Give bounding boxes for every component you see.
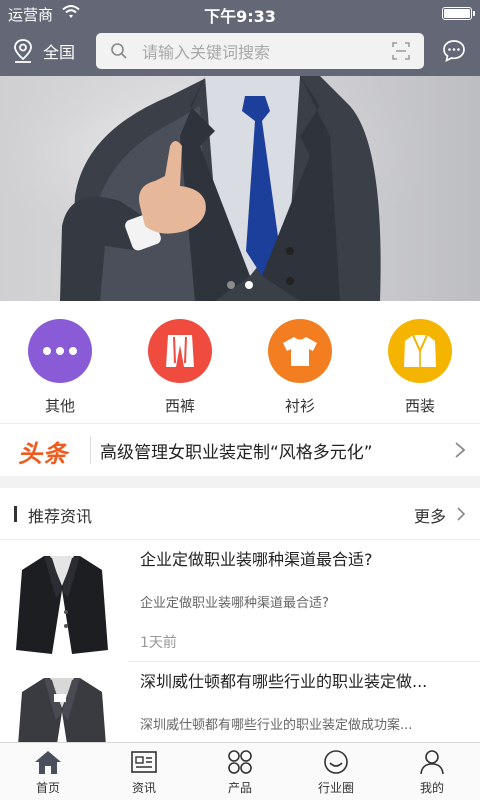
headline-tag: 头条 — [18, 440, 68, 468]
news-icon — [131, 751, 157, 773]
search-input[interactable]: 请输入关键词搜索 — [96, 33, 424, 69]
location-selector[interactable]: 全国 — [12, 37, 75, 65]
news-item[interactable]: 企业定做职业装哪种渠道最合适? 企业定做职业装哪种渠道最合适? 1天前 — [0, 540, 480, 662]
search-placeholder: 请输入关键词搜索 — [142, 43, 271, 62]
section-marker — [14, 506, 17, 522]
section-gap — [0, 476, 480, 488]
more-link[interactable]: 更多 — [414, 503, 446, 527]
products-icon — [228, 750, 252, 774]
search-icon — [111, 43, 127, 59]
status-time: 下午9:33 — [204, 7, 276, 26]
recommended-header: 推荐资讯 更多 — [0, 488, 480, 540]
trousers-icon — [148, 319, 212, 383]
category-other[interactable]: 其他 — [15, 319, 105, 416]
carousel-dot-active[interactable] — [245, 281, 253, 289]
more-dots-icon — [28, 319, 92, 383]
battery-icon — [442, 7, 475, 20]
category-trousers[interactable]: 西裤 — [135, 319, 225, 416]
category-shirt[interactable]: 衬衫 — [255, 319, 345, 416]
location-pin-icon — [14, 39, 32, 63]
shirt-icon — [268, 319, 332, 383]
user-icon — [420, 750, 444, 775]
tab-mine[interactable]: 我的 — [384, 749, 480, 796]
tab-label: 首页 — [35, 781, 60, 795]
tab-label: 我的 — [419, 781, 444, 795]
tab-label: 产品 — [227, 781, 252, 795]
category-label: 西裤 — [164, 397, 195, 415]
chevron-right-icon[interactable] — [454, 441, 466, 459]
smiley-icon — [324, 750, 348, 774]
tab-home[interactable]: 首页 — [0, 749, 96, 796]
bottom-tab-bar: 首页 资讯 产品 行业圈 我的 — [0, 742, 480, 800]
category-label: 西装 — [404, 397, 435, 415]
suit-icon — [388, 319, 452, 383]
news-description: 深圳威仕顿都有哪些行业的职业装定做成功案... — [140, 718, 413, 733]
section-title: 推荐资讯 — [28, 507, 93, 526]
category-suit[interactable]: 西装 — [375, 319, 465, 416]
banner-carousel[interactable] — [0, 76, 480, 301]
banner-image — [0, 76, 480, 301]
carousel-indicator — [0, 281, 480, 289]
category-label: 其他 — [44, 397, 75, 415]
scan-icon[interactable] — [392, 42, 410, 60]
location-label: 全国 — [43, 43, 76, 62]
category-label: 衬衫 — [284, 397, 315, 415]
carousel-dot[interactable] — [227, 281, 235, 289]
home-icon — [35, 751, 61, 774]
top-bar: 全国 请输入关键词搜索 — [0, 26, 480, 76]
news-title[interactable]: 深圳威仕顿都有哪些行业的职业装定做... — [140, 668, 466, 692]
tab-products[interactable]: 产品 — [192, 749, 288, 796]
news-item[interactable]: 深圳威仕顿都有哪些行业的职业装定做... 深圳威仕顿都有哪些行业的职业装定做成功… — [0, 662, 480, 742]
jacket-thumbnail — [18, 678, 106, 742]
chevron-right-icon[interactable] — [456, 506, 466, 522]
headline-text[interactable]: 高级管理女职业装定制“风格多元化” — [100, 438, 373, 463]
jacket-thumbnail — [16, 556, 108, 654]
tab-label: 行业圈 — [317, 781, 354, 795]
tab-news[interactable]: 资讯 — [96, 749, 192, 796]
tab-label: 资讯 — [131, 781, 156, 795]
category-grid: 其他 西裤 衬衫 西装 — [0, 301, 480, 423]
status-bar: 运营商 下午9:33 — [0, 0, 480, 26]
message-icon[interactable] — [442, 39, 466, 63]
divider — [90, 436, 91, 464]
tab-industry-circle[interactable]: 行业圈 — [288, 749, 384, 796]
news-description: 企业定做职业装哪种渠道最合适? — [140, 596, 329, 611]
news-title[interactable]: 企业定做职业装哪种渠道最合适? — [140, 546, 466, 570]
headline-news-bar[interactable]: 头条 高级管理女职业装定制“风格多元化” — [0, 424, 480, 476]
news-time: 1天前 — [140, 635, 177, 651]
